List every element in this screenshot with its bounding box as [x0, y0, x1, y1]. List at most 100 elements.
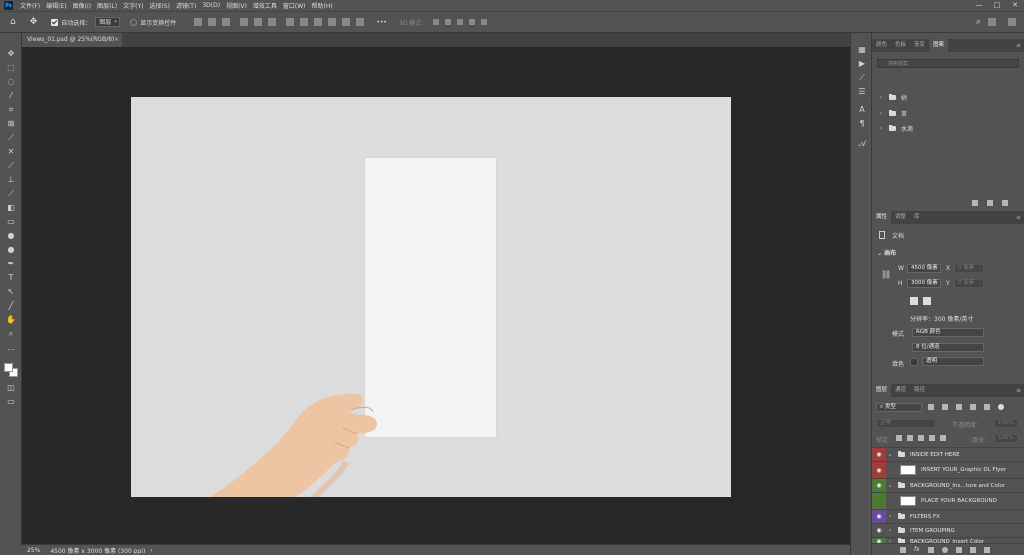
- tab-gradients[interactable]: 渐变: [910, 39, 929, 52]
- menu-3d[interactable]: 3D(D): [199, 2, 223, 9]
- frame-tool-icon[interactable]: ⊠: [6, 119, 16, 129]
- layer-row[interactable]: ◉ ⌄ INSIDE EDIT HERE: [872, 447, 1024, 462]
- pattern-group-grass[interactable]: › 草: [877, 107, 907, 119]
- x-field[interactable]: 0 像素: [954, 264, 984, 273]
- chevron-right-icon[interactable]: ›: [886, 527, 894, 534]
- lock-all-icon[interactable]: [940, 435, 946, 441]
- maximize-button[interactable]: □: [988, 0, 1006, 11]
- add-mask-icon[interactable]: [928, 547, 934, 553]
- auto-select-dropdown[interactable]: 图层: [95, 16, 121, 27]
- share-icon[interactable]: [1008, 18, 1016, 26]
- distribute-right-icon[interactable]: [314, 18, 323, 26]
- tab-layers[interactable]: 图层: [872, 384, 892, 397]
- menu-layer[interactable]: 图层(L): [94, 1, 120, 10]
- chevron-down-icon[interactable]: ⌄: [886, 482, 894, 489]
- lock-transparent-icon[interactable]: [896, 435, 902, 441]
- tab-properties[interactable]: 属性: [872, 211, 892, 224]
- character-panel-icon[interactable]: A: [857, 105, 867, 115]
- filter-type-icon[interactable]: [956, 404, 962, 410]
- link-icon[interactable]: ⛓: [881, 270, 891, 279]
- clone-stamp-tool-icon[interactable]: ⊥: [6, 175, 16, 185]
- new-pattern-icon[interactable]: [987, 200, 993, 206]
- layer-filter-dropdown[interactable]: ⌕ 类型: [876, 403, 922, 412]
- panel-menu-icon[interactable]: ≡: [1016, 384, 1021, 397]
- workspace-icon[interactable]: [988, 18, 996, 26]
- tab-channels[interactable]: 通道: [891, 384, 910, 397]
- marquee-tool-icon[interactable]: ⬚: [6, 63, 16, 73]
- document-tab[interactable]: Views_01.psd @ 25%(RGB/8) ×: [22, 33, 122, 47]
- panel-menu-icon[interactable]: ≡: [1016, 39, 1021, 52]
- more-tools-icon[interactable]: …: [6, 343, 16, 353]
- close-button[interactable]: ✕: [1006, 0, 1024, 11]
- 3d-pan-icon[interactable]: [457, 19, 464, 25]
- line-tool-icon[interactable]: ╱: [6, 301, 16, 311]
- chevron-down-icon[interactable]: ⌄: [886, 451, 894, 458]
- layer-row[interactable]: ◉ INSERT YOUR_Graphic DL Flyer: [872, 461, 1024, 479]
- magic-wand-tool-icon[interactable]: ⁄: [6, 91, 16, 101]
- tab-paths[interactable]: 路径: [910, 384, 929, 397]
- filter-toggle-icon[interactable]: [998, 404, 1004, 410]
- 3d-roll-icon[interactable]: [445, 19, 452, 25]
- distribute-middle-icon[interactable]: [342, 18, 351, 26]
- more-options-button[interactable]: •••: [376, 19, 387, 26]
- history-brush-tool-icon[interactable]: ⟋: [6, 189, 16, 199]
- menu-edit[interactable]: 编辑(E): [43, 1, 69, 10]
- status-arrow-icon[interactable]: ›: [150, 547, 152, 554]
- filter-adjustment-icon[interactable]: [942, 404, 948, 410]
- distribute-left-icon[interactable]: [286, 18, 295, 26]
- menu-filter[interactable]: 滤镜(T): [173, 1, 199, 10]
- distribute-top-icon[interactable]: [328, 18, 337, 26]
- eye-icon[interactable]: ◉: [872, 478, 886, 493]
- eyedropper-tool-icon[interactable]: ⟋: [6, 133, 16, 143]
- fill-dropdown[interactable]: 透明: [922, 357, 984, 366]
- filter-pixel-icon[interactable]: [928, 404, 934, 410]
- hand-tool-icon[interactable]: ✋: [6, 315, 16, 325]
- tab-swatches[interactable]: 色板: [891, 39, 910, 52]
- menu-type[interactable]: 文字(Y): [120, 1, 146, 10]
- bit-depth-dropdown[interactable]: 8 位/通道: [912, 343, 984, 352]
- move-tool-icon[interactable]: ✥: [6, 49, 16, 59]
- glyphs-panel-icon[interactable]: 𝒜: [857, 139, 867, 149]
- close-tab-icon[interactable]: ×: [114, 33, 119, 47]
- align-right-icon[interactable]: [222, 18, 231, 26]
- tab-color[interactable]: 颜色: [872, 39, 891, 52]
- path-selection-tool-icon[interactable]: ↖: [6, 287, 16, 297]
- 3d-scale-icon[interactable]: [481, 19, 488, 25]
- quick-mask-icon[interactable]: ◫: [6, 383, 16, 393]
- menu-plugins[interactable]: 增效工具: [250, 1, 280, 10]
- history-panel-icon[interactable]: ▦: [857, 45, 867, 55]
- lock-position-icon[interactable]: [918, 435, 924, 441]
- eye-icon[interactable]: ◉: [872, 509, 886, 524]
- layer-row[interactable]: ◉ ⌄ BACKGROUND_Ins...ture and Color: [872, 478, 1024, 493]
- distribute-bottom-icon[interactable]: [356, 18, 365, 26]
- search-icon[interactable]: ⌕: [976, 17, 981, 27]
- menu-file[interactable]: 文件(F): [17, 1, 43, 10]
- pattern-group-water[interactable]: › 水滴: [877, 122, 913, 134]
- eye-icon[interactable]: ◉: [872, 447, 886, 462]
- opacity-field[interactable]: 100%: [994, 419, 1018, 428]
- healing-tool-icon[interactable]: ✕: [6, 147, 16, 157]
- layer-row[interactable]: ◉ › FILTERS FX: [872, 509, 1024, 524]
- tab-adjustments[interactable]: 调整: [891, 211, 910, 224]
- lasso-tool-icon[interactable]: ◌: [6, 77, 16, 87]
- minimize-button[interactable]: —: [970, 0, 988, 11]
- tab-patterns[interactable]: 图案: [929, 39, 949, 52]
- eye-icon[interactable]: ◉: [872, 461, 886, 479]
- link-layers-icon[interactable]: [900, 547, 906, 553]
- menu-window[interactable]: 窗口(W): [280, 1, 309, 10]
- filter-smart-object-icon[interactable]: [984, 404, 990, 410]
- menu-view[interactable]: 视图(V): [223, 1, 250, 10]
- menu-select[interactable]: 选择(S): [146, 1, 173, 10]
- chevron-right-icon[interactable]: ›: [886, 513, 894, 520]
- trash-icon[interactable]: [984, 547, 990, 553]
- pattern-group-tree[interactable]: › 树: [877, 91, 907, 103]
- foreground-color-swatch[interactable]: [4, 363, 13, 372]
- color-swatches[interactable]: [4, 363, 18, 377]
- screen-mode-icon[interactable]: ▭: [6, 397, 16, 407]
- align-left-icon[interactable]: [194, 18, 203, 26]
- dodge-tool-icon[interactable]: ●: [6, 245, 16, 255]
- distribute-center-icon[interactable]: [300, 18, 309, 26]
- adjustment-layer-icon[interactable]: [942, 547, 948, 553]
- home-icon[interactable]: ⌂: [10, 17, 16, 27]
- blur-tool-icon[interactable]: ●: [6, 231, 16, 241]
